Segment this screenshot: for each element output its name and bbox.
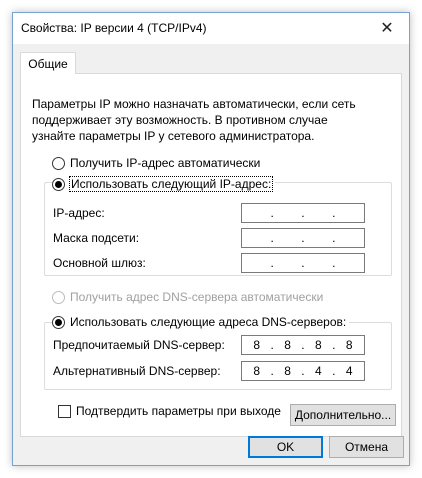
ipv4-properties-dialog: Свойства: IP версии 4 (TCP/IPv4) ✕ Общие…	[12, 12, 410, 466]
validate-on-exit-checkbox[interactable]	[58, 404, 71, 418]
tab-general[interactable]: Общие	[20, 52, 76, 74]
dns-auto-label: Получить адрес DNS-сервера автоматически	[70, 290, 324, 304]
subnet-mask-label: Маска подсети:	[53, 231, 140, 245]
cancel-button-label: Отмена	[344, 440, 389, 454]
preferred-dns-input[interactable]: 8. 8. 8. 8	[241, 335, 365, 355]
ip-auto-label: Получить IP-адрес автоматически	[70, 156, 261, 170]
preferred-dns-label: Предпочитаемый DNS-сервер:	[53, 338, 225, 352]
gateway-row: Основной шлюз: . . .	[45, 253, 391, 273]
ip-manual-radio[interactable]	[52, 177, 65, 191]
intro-text: Параметры IP можно назначать автоматичес…	[32, 97, 356, 143]
alternate-dns-label: Альтернативный DNS-сервер:	[53, 364, 221, 378]
dns-group: Предпочитаемый DNS-сервер: 8. 8. 8. 8 Ал…	[44, 322, 392, 390]
ip-address-label: IP-адрес:	[53, 206, 105, 220]
gateway-label: Основной шлюз:	[53, 256, 146, 270]
ip-auto-radio[interactable]	[52, 156, 65, 170]
close-button[interactable]: ✕	[365, 13, 409, 43]
validate-on-exit-label: Подтвердить параметры при выходе	[76, 404, 281, 418]
ip-address-row: IP-адрес: . . .	[45, 203, 391, 223]
advanced-button-label: Дополнительно...	[294, 408, 392, 422]
ip-address-group: IP-адрес: . . . Маска подсети: . . . Осн…	[44, 182, 392, 276]
ip-address-input[interactable]: . . .	[241, 203, 365, 223]
ip-auto-option[interactable]: Получить IP-адрес автоматически	[52, 156, 260, 170]
ok-button[interactable]: OK	[248, 436, 323, 458]
subnet-mask-row: Маска подсети: . . .	[45, 228, 391, 248]
general-panel: Параметры IP можно назначать автоматичес…	[20, 73, 402, 437]
preferred-dns-row: Предпочитаемый DNS-сервер: 8. 8. 8. 8	[45, 335, 391, 355]
alternate-dns-row: Альтернативный DNS-сервер: 8. 8. 4. 4	[45, 361, 391, 381]
advanced-button[interactable]: Дополнительно...	[290, 404, 396, 426]
dns-auto-radio	[52, 290, 65, 304]
title-bar[interactable]: Свойства: IP версии 4 (TCP/IPv4) ✕	[13, 13, 409, 44]
subnet-mask-input[interactable]: . . .	[241, 228, 365, 248]
dns-manual-radio[interactable]	[52, 315, 65, 329]
ip-manual-option[interactable]: Использовать следующий IP-адрес:	[52, 176, 276, 192]
cancel-button[interactable]: Отмена	[329, 436, 404, 458]
alternate-dns-input[interactable]: 8. 8. 4. 4	[241, 361, 365, 381]
ip-manual-label: Использовать следующий IP-адрес:	[68, 176, 274, 192]
close-icon: ✕	[380, 20, 394, 37]
validate-on-exit-option[interactable]: Подтвердить параметры при выходе	[58, 404, 281, 418]
dns-manual-option[interactable]: Использовать следующие адреса DNS-сервер…	[52, 315, 350, 329]
dns-auto-option: Получить адрес DNS-сервера автоматически	[52, 290, 323, 304]
window-title: Свойства: IP версии 4 (TCP/IPv4)	[21, 21, 207, 35]
gateway-input[interactable]: . . .	[241, 253, 365, 273]
dns-manual-label: Использовать следующие адреса DNS-сервер…	[70, 315, 347, 329]
ok-button-label: OK	[276, 440, 295, 454]
tab-general-label: Общие	[28, 56, 68, 71]
